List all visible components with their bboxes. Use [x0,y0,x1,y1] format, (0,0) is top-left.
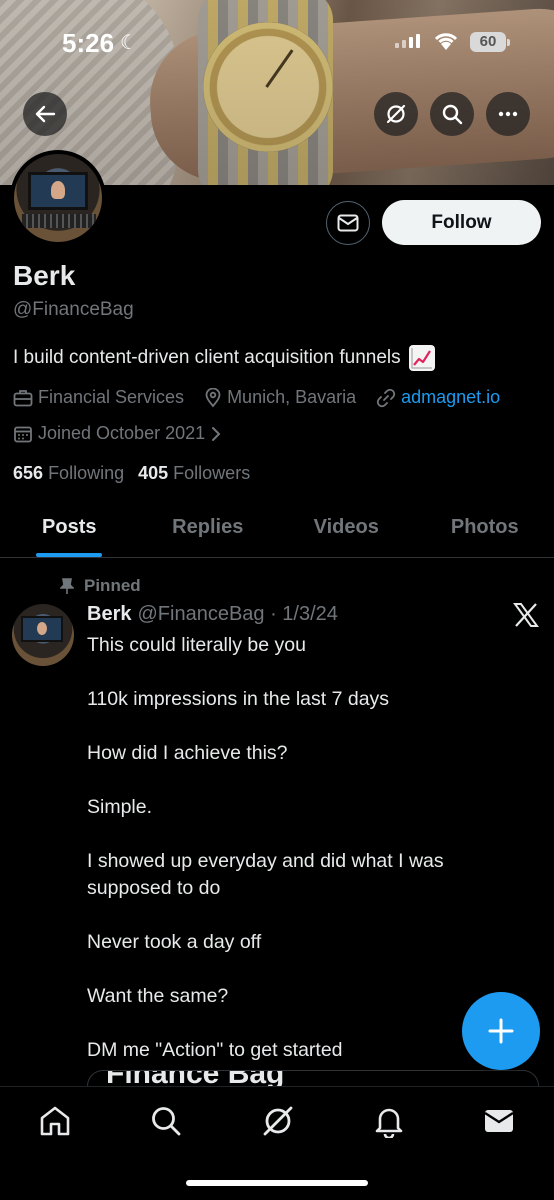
followers-link[interactable]: 405 Followers [138,463,250,484]
follow-counts: 656 Following 405 Followers [13,463,250,484]
nav-messages[interactable] [479,1101,519,1141]
pinned-label: Pinned [84,576,141,595]
post-line: Simple. [87,796,153,818]
chart-increasing-icon [408,345,435,371]
post-line: Never took a day off [87,931,262,953]
following-label: Following [48,463,125,483]
bell-icon [375,1108,403,1138]
nav-grok[interactable] [258,1101,298,1141]
briefcase-icon [13,389,33,406]
post-avatar-screen [21,616,63,642]
plus-icon [488,1018,514,1044]
battery-indicator: 60 [470,32,510,52]
post-line: This could literally be you [87,634,306,656]
nav-notifications[interactable] [369,1101,409,1141]
post-line: DM me "Action" to get started [87,1039,343,1061]
search-button[interactable] [430,92,474,136]
profile-website[interactable]: admagnet.io [376,387,500,408]
followers-label: Followers [173,463,251,483]
location-text: Munich, Bavaria [227,387,357,407]
location-pin-icon [205,387,221,407]
nav-search[interactable] [146,1101,186,1141]
compose-button[interactable] [462,992,540,1070]
post-line: 110k impressions in the last 7 days [87,688,390,710]
followers-count: 405 [138,463,169,483]
search-icon [442,104,463,125]
pin-icon [60,578,74,594]
status-time: 5:26 [62,28,115,58]
tab-videos[interactable]: Videos [277,500,416,557]
post-header: Berk @FinanceBag · 1/3/24 [87,603,338,626]
message-button[interactable] [326,201,370,245]
post-line: Want the same? [87,985,229,1007]
bio-text: I build content-driven client acquisitio… [13,347,401,368]
profile-name: Berk [13,260,76,291]
tab-replies[interactable]: Replies [139,500,278,557]
home-icon [40,1106,70,1136]
profile-handle: @FinanceBag [13,299,134,320]
tab-posts[interactable]: Posts [0,500,139,557]
profile-bio: I build content-driven client acquisitio… [13,345,435,371]
moon-icon: ☾ [120,32,138,54]
profile-joined-row[interactable]: Joined October 2021 [13,423,242,444]
profile-location: Munich, Bavaria [204,387,356,408]
post-author-avatar[interactable] [12,604,74,666]
tab-photos[interactable]: Photos [416,500,554,557]
pinned-indicator: Pinned [60,576,141,596]
following-link[interactable]: 656 Following [13,463,124,484]
post-author-name[interactable]: Berk [87,603,131,626]
avatar-screen [28,172,88,210]
home-indicator[interactable] [186,1180,368,1186]
link-icon [376,388,396,407]
grok-icon [386,104,406,124]
profile-tabs: Posts Replies Videos Photos [0,500,554,558]
website-link[interactable]: admagnet.io [401,387,500,408]
avatar-keyboard [22,214,96,228]
profile-category: Financial Services [13,387,184,408]
category-text: Financial Services [38,387,185,407]
post-line: How did I achieve this? [87,742,288,764]
profile-avatar[interactable] [10,150,106,246]
nav-home[interactable] [35,1101,75,1141]
following-count: 656 [13,463,44,483]
follow-button[interactable]: Follow [382,200,541,245]
arrow-left-icon [35,105,56,123]
status-bar: 5:26 ☾ 60 [0,22,554,62]
more-button[interactable] [486,92,530,136]
back-button[interactable] [23,92,67,136]
search-icon [152,1107,181,1136]
post-line: I showed up everyday and did what I was … [87,850,444,899]
x-logo-icon [513,603,539,627]
signal-icon [395,34,420,48]
chevron-right-icon [212,426,221,441]
joined-text: Joined October 2021 [38,423,206,443]
calendar-icon [14,426,32,442]
profile-meta-row: Financial Services Munich, Bavaria admag… [13,387,520,408]
post-handle-date: @FinanceBag · 1/3/24 [137,603,338,625]
mail-icon [484,1110,514,1132]
more-icon [498,111,518,117]
grok-icon [263,1106,293,1136]
envelope-icon [337,214,359,232]
wifi-icon [434,33,458,50]
grok-button[interactable] [374,92,418,136]
profile-joined[interactable]: Joined October 2021 [13,423,222,444]
post-body[interactable]: This could literally be you 110k impress… [87,632,527,1091]
